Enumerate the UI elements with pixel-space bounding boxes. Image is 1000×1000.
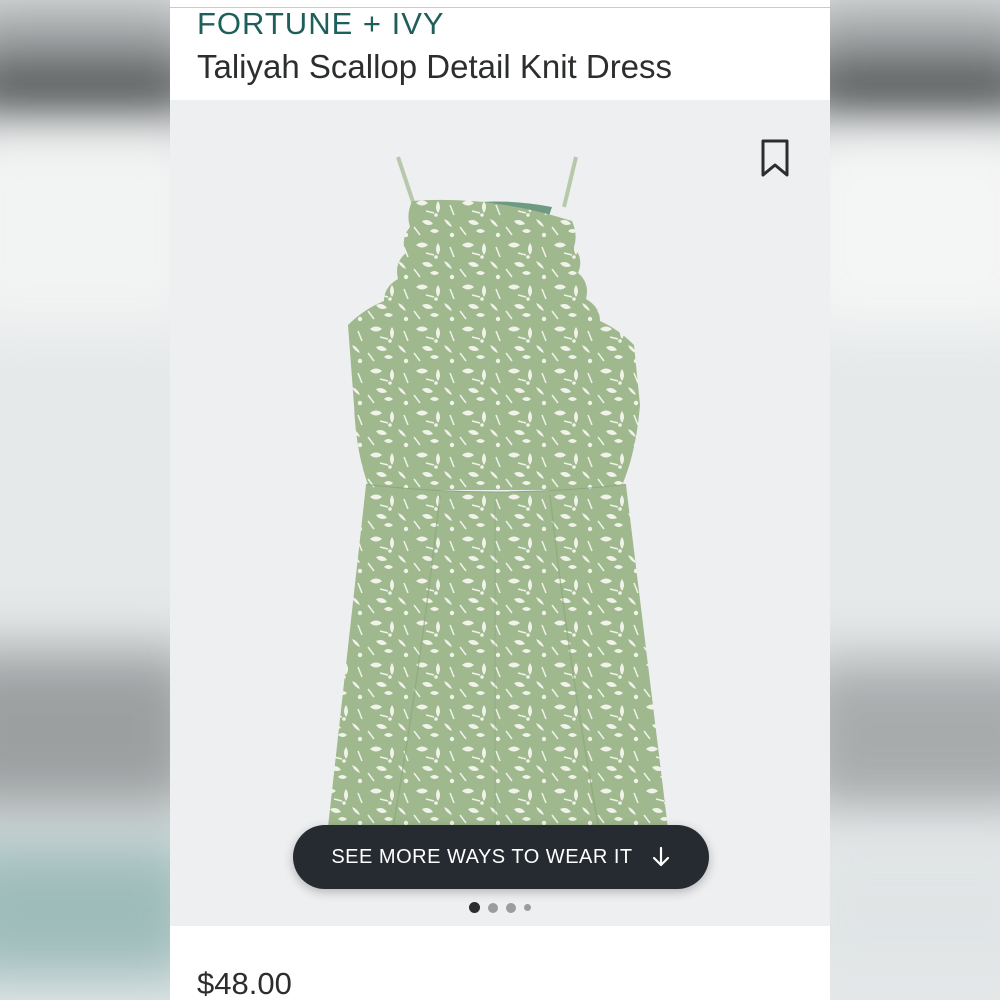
product-screen: FORTUNE + IVY Taliyah Scallop Detail Kni… xyxy=(170,0,830,1000)
bookmark-icon[interactable] xyxy=(758,138,792,178)
product-title: Taliyah Scallop Detail Knit Dress xyxy=(197,48,673,85)
arrow-down-icon xyxy=(652,846,669,867)
see-more-label: SEE MORE WAYS TO WEAR IT xyxy=(331,845,633,868)
brand-name[interactable]: FORTUNE + IVY xyxy=(197,6,445,42)
product-image-carousel[interactable]: SEE MORE WAYS TO WEAR IT xyxy=(170,100,830,926)
carousel-dot-active[interactable] xyxy=(469,902,480,913)
carousel-dot[interactable] xyxy=(488,902,498,913)
carousel-indicator xyxy=(170,902,830,913)
product-price: $48.00 xyxy=(197,966,292,1000)
see-more-ways-button[interactable]: SEE MORE WAYS TO WEAR IT xyxy=(293,825,709,889)
carousel-dot[interactable] xyxy=(506,902,516,913)
dress-image xyxy=(326,156,670,853)
carousel-dot[interactable] xyxy=(524,904,531,911)
